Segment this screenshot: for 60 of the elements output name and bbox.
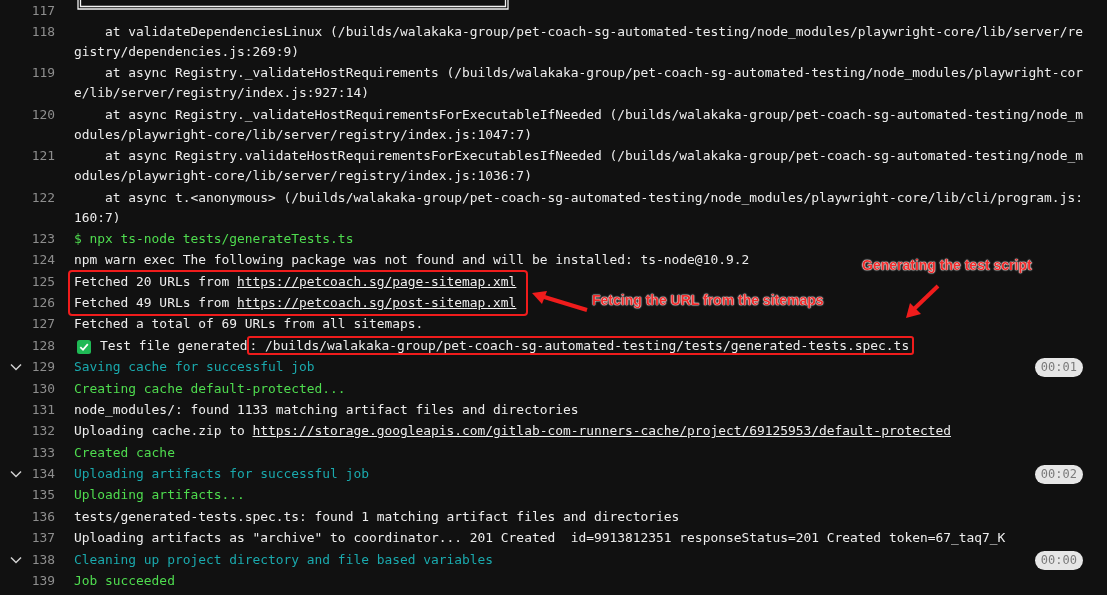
line-number: 136 <box>31 507 55 526</box>
log-text: node_modules/: found 1133 matching artifact files and directories <box>74 400 579 419</box>
log-text: tests/generated-tests.spec.ts: found 1 matching artifact files and directories <box>74 507 680 526</box>
log-text: Test file generated: /builds/walakaka-group/pet-coach-sg-automated-testing/tests/generated-tests.spec.ts <box>100 335 915 356</box>
annotation-label: Fetcing the URL from the sitemaps <box>592 292 824 308</box>
log-text: at async t.<anonymous> (/builds/walakaka-group/pet-coach-sg-automated-testing/node_modules/playwright-core/lib/cli/program.js:160:7) <box>74 188 1083 227</box>
log-text: Creating cache default-protected... <box>74 379 346 398</box>
highlighted-path: : /builds/walakaka-group/pet-coach-sg-automated-testing/tests/generated-tests.spec.ts <box>247 335 915 355</box>
arrow-icon <box>531 291 589 313</box>
line-number: 121 <box>31 147 55 166</box>
line-number: 138 <box>31 550 55 569</box>
log-text: Saving cache for successful job <box>74 358 315 377</box>
line-number: 129 <box>31 358 55 377</box>
duration-badge: 00:00 <box>1034 550 1083 570</box>
line-number: 119 <box>31 64 55 83</box>
log-link[interactable]: https://petcoach.sg/page-sitemap.xml <box>237 273 517 289</box>
log-text: Cleaning up project directory and file based variables <box>74 550 494 569</box>
line-number: 120 <box>31 105 55 124</box>
line-number: 133 <box>31 443 55 462</box>
line-number: 128 <box>31 336 55 355</box>
line-number: 134 <box>31 465 55 484</box>
log-text: at async Registry.validateHostRequirementsForExecutablesIfNeeded (/builds/walakaka-group/pet-coach-sg-automated-testing/node_modules/playwright-core/lib/server/registry/index.js:1036:7) <box>74 147 1083 186</box>
line-number: 122 <box>31 188 55 207</box>
log-text: Created cache <box>74 443 175 462</box>
duration-badge: 00:01 <box>1034 358 1083 378</box>
log-text: Fetched 20 URLs from https://petcoach.sg/page-sitemap.xml <box>74 272 517 291</box>
annotation-label: Generating the test script <box>862 257 1032 273</box>
line-number: 126 <box>31 294 55 313</box>
line-number: 123 <box>31 229 55 248</box>
duration-badge: 00:02 <box>1034 465 1083 485</box>
log-text: at async Registry._validateHostRequirementsForExecutableIfNeeded (/builds/walakaka-group/pet-coach-sg-automated-testing/node_modules/playwright-core/lib/server/registry/index.js:1047:7) <box>74 105 1083 144</box>
line-number: 117 <box>31 1 55 20</box>
log-text: Uploading cache.zip to https://storage.googleapis.com/gitlab-com-runners-cache/project/69125953/default-protected <box>74 422 951 441</box>
log-text: at async Registry._validateHostRequirements (/builds/walakaka-group/pet-coach-sg-automated-testing/node_modules/playwright-core/lib/server/registry/index.js:927:14) <box>74 64 1083 103</box>
line-number: 132 <box>31 422 55 441</box>
line-number: 139 <box>31 571 55 590</box>
line-number: 118 <box>31 23 55 42</box>
arrow-icon <box>904 284 940 320</box>
chevron-icon[interactable] <box>10 363 22 372</box>
log-text: Uploading artifacts as "archive" to coordinator... 201 Created id=9913812351 responseStatus=201 Created token=67_taq7_K <box>74 529 1006 548</box>
line-number: 131 <box>31 400 55 419</box>
chevron-icon[interactable] <box>10 470 22 479</box>
log-text: Uploading artifacts... <box>74 486 245 505</box>
log-text: Job succeeded <box>74 571 175 590</box>
log-text: $ npx ts-node tests/generateTests.ts <box>74 229 354 248</box>
checkmark-icon <box>77 339 91 354</box>
chevron-icon[interactable] <box>10 555 22 564</box>
line-number: 130 <box>31 379 55 398</box>
line-number: 127 <box>31 315 55 334</box>
line-number: 135 <box>31 486 55 505</box>
log-text: Fetched 49 URLs from https://petcoach.sg/post-sitemap.xml <box>74 294 517 313</box>
log-text: Uploading artifacts for successful job <box>74 465 369 484</box>
log-link[interactable]: https://petcoach.sg/post-sitemap.xml <box>237 295 517 311</box>
log-link[interactable]: https://storage.googleapis.com/gitlab-com-runners-cache/project/69125953/default-protected <box>252 423 951 439</box>
log-text: Fetched a total of 69 URLs from all sitemaps. <box>74 315 424 334</box>
log-text: at validateDependenciesLinux (/builds/walakaka-group/pet-coach-sg-automated-testing/node_modules/playwright-core/lib/server/registry/dependencies.js:269:9) <box>74 23 1083 62</box>
line-number: 125 <box>31 272 55 291</box>
line-number: 137 <box>31 529 55 548</box>
line-number: 124 <box>31 251 55 270</box>
log-text: npm warn exec The following package was not found and will be installed: ts-node@10.9.2 <box>74 251 750 270</box>
